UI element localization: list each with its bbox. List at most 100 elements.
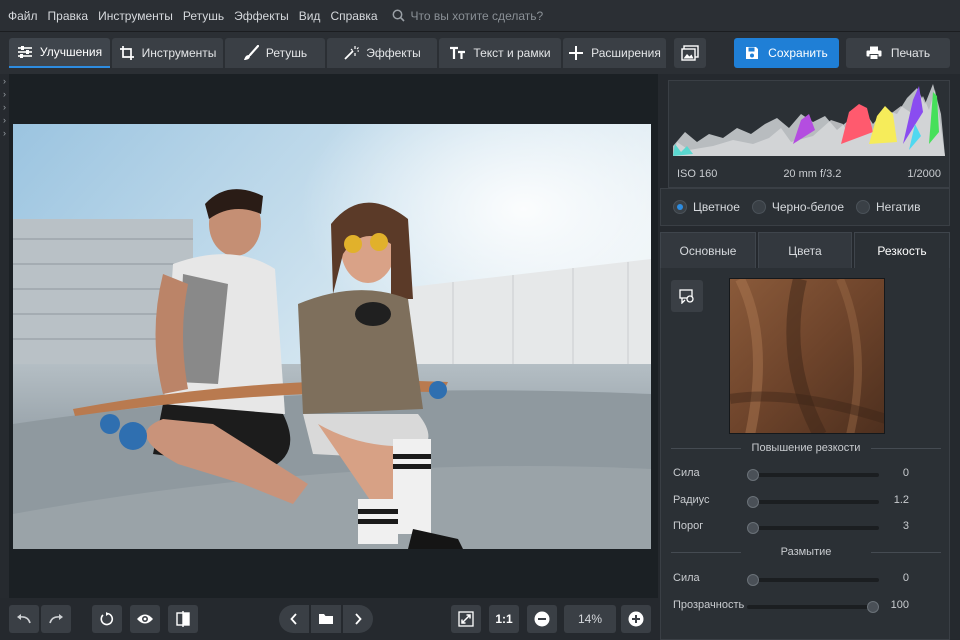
tab-basic[interactable]: Основные [660,232,756,268]
sharpen-section-title: Повышение резкости [671,442,941,456]
blur-opacity-row: Прозрачность 100 [673,597,941,615]
preview-button[interactable] [130,605,160,633]
tab-label: Эффекты [366,46,421,60]
blur-strength-row: Сила 0 [673,570,941,588]
mode-color-radio[interactable]: Цветное [673,200,740,214]
collapsed-side-panel[interactable]: › › › › › [0,74,9,598]
zoom-out-button[interactable] [527,605,557,633]
sharpen-radius-slider[interactable] [747,496,879,508]
histogram-panel: ISO 160 20 mm f/3.2 1/2000 [668,80,950,188]
tab-label: Расширения [591,46,661,60]
slider-label: Порог [673,520,704,532]
sliders-icon [17,46,32,58]
undo-button[interactable] [9,605,39,633]
menu-file[interactable]: Файл [8,9,38,23]
mode-negative-radio[interactable]: Негатив [856,200,920,214]
compare-button[interactable] [168,605,198,633]
crop-icon [119,46,134,60]
slider-value: 1.2 [893,494,909,506]
slider-label: Сила [673,572,700,584]
printer-icon [866,46,882,60]
open-folder-button[interactable] [311,605,341,633]
floppy-disk-icon [746,47,759,59]
sharpen-threshold-row: Порог 3 [673,518,941,536]
slider-handle[interactable] [747,522,759,534]
tab-effects[interactable]: Эффекты [327,38,437,68]
slider-value: 0 [902,467,909,479]
magic-wand-icon [344,46,360,60]
slider-handle[interactable] [747,574,759,586]
search-input[interactable] [410,8,611,23]
menu-effects[interactable]: Эффекты [234,9,289,23]
chevron-right-icon[interactable]: › [0,101,9,113]
sharpen-threshold-slider[interactable] [747,522,879,534]
image-icon [681,45,699,61]
tab-label: Инструменты [141,46,217,60]
tab-text-frames[interactable]: Текст и рамки [439,38,561,68]
reset-button[interactable] [92,605,122,633]
previous-image-button[interactable] [279,605,309,633]
print-button[interactable]: Печать [846,38,950,68]
tab-label: Текст и рамки [473,46,551,60]
chevron-right-icon[interactable]: › [0,127,9,139]
tab-enhancements[interactable]: Улучшения [9,38,110,68]
blur-opacity-slider[interactable] [747,601,879,613]
slider-label: Радиус [673,494,710,506]
mode-bw-label: Черно-белое [771,200,845,214]
brush-icon [243,45,259,60]
tab-extensions[interactable]: Расширения [563,38,666,68]
photo-editor-window: Файл Правка Инструменты Ретушь Эффекты В… [0,0,960,640]
radio-dot [673,200,687,214]
redo-button[interactable] [41,605,71,633]
slider-handle[interactable] [747,496,759,508]
sharpness-preview[interactable] [729,278,885,434]
sharpen-strength-row: Сила 0 [673,465,941,483]
menu-retouch[interactable]: Ретушь [183,9,224,23]
next-image-button[interactable] [343,605,373,633]
main-toolbar: Улучшения Инструменты Ретушь Эффекты Тек… [0,32,960,74]
mode-color-label: Цветное [693,200,740,214]
color-mode-group: Цветное Черно-белое Негатив [660,188,950,226]
histogram-graph [673,84,945,156]
search-icon [392,9,405,22]
menu-view[interactable]: Вид [299,9,321,23]
gallery-button[interactable] [674,38,706,68]
menu-edit[interactable]: Правка [48,9,89,23]
chevron-right-icon[interactable]: › [0,114,9,126]
tab-retouch[interactable]: Ретушь [225,38,325,68]
tab-colors[interactable]: Цвета [758,232,852,268]
edited-photo[interactable] [13,124,651,549]
compare-preview-button[interactable] [671,280,703,312]
expand-icon [458,611,474,627]
slider-value: 3 [902,520,909,532]
sharpness-panel: Повышение резкости Сила 0 Радиус 1.2 Пор… [660,268,950,640]
menu-tools[interactable]: Инструменты [98,9,173,23]
menu-help[interactable]: Справка [330,9,377,23]
blur-strength-slider[interactable] [747,574,879,586]
sharpen-strength-slider[interactable] [747,469,879,481]
radio-dot [751,200,766,214]
fit-to-screen-button[interactable] [451,605,481,633]
slider-label: Сила [673,467,700,479]
search-box[interactable] [392,8,611,23]
plus-circle-icon [628,611,644,627]
actual-size-button[interactable]: 1:1 [489,605,519,633]
tab-tools[interactable]: Инструменты [112,38,223,68]
zoom-level-field[interactable]: 14% [564,605,616,633]
zoom-in-button[interactable] [621,605,651,633]
slider-value: 0 [902,572,909,584]
tab-sharpness[interactable]: Резкость [854,232,950,268]
slider-handle[interactable] [747,469,759,481]
print-label: Печать [890,46,931,60]
mode-bw-radio[interactable]: Черно-белое [751,200,845,214]
adjustment-tabs: Основные Цвета Резкость [660,232,950,268]
sharpen-radius-row: Радиус 1.2 [673,492,941,510]
chevron-left-icon [290,613,297,625]
chevron-right-icon[interactable]: › [0,75,9,87]
chevron-right-icon[interactable]: › [0,88,9,100]
lens-value: 20 mm f/3.2 [783,168,842,180]
iso-value: ISO 160 [677,168,718,180]
save-button[interactable]: Сохранить [734,38,839,68]
mode-negative-label: Негатив [876,200,921,214]
preview-compare-icon [679,289,694,304]
